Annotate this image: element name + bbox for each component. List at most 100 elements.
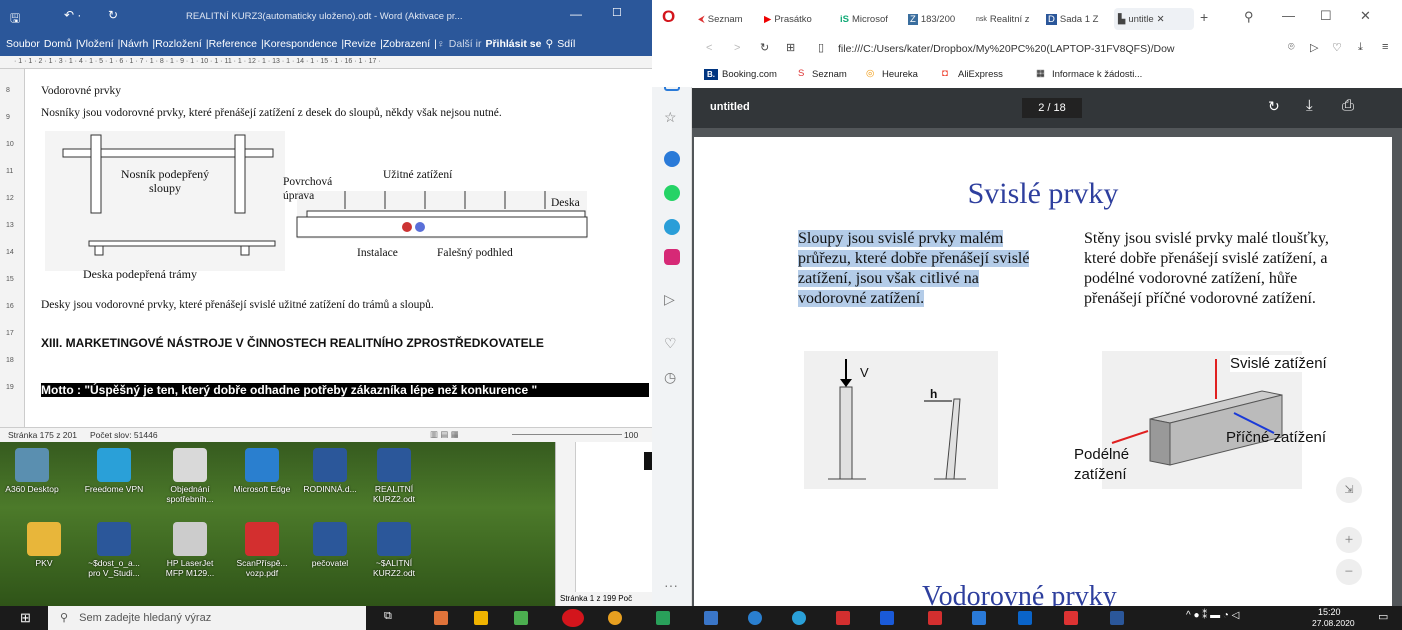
print-icon[interactable]: ⎙ — [1342, 97, 1354, 114]
menu-icon[interactable]: ≡ — [1382, 41, 1388, 53]
forward-icon[interactable]: > — [734, 42, 740, 54]
bookmark-seznam[interactable]: Seznam — [812, 69, 847, 80]
speed-dial-icon[interactable]: ⊞ — [786, 41, 795, 54]
undo-icon[interactable]: ↶ · — [64, 8, 81, 22]
opera-icon[interactable] — [562, 609, 584, 627]
instagram-icon[interactable] — [664, 249, 680, 265]
small-page-count[interactable]: Stránka 1 z 199 — [560, 594, 616, 603]
small-word-count[interactable]: Poč — [618, 594, 632, 603]
notifications-icon[interactable]: ▭ — [1378, 610, 1388, 623]
desktop-icon[interactable]: ~$dost_o_a... pro V_Studi... — [84, 522, 144, 578]
horizontal-ruler[interactable]: · 1 · 1 · 2 · 1 · 3 · 1 · 4 · 1 · 5 · 1 … — [0, 56, 652, 69]
heart-sidebar-icon[interactable]: ♡ — [664, 335, 680, 351]
close-icon[interactable]: ✕ — [1360, 8, 1371, 24]
store-icon[interactable] — [704, 611, 718, 625]
telegram-icon[interactable] — [664, 219, 680, 235]
search-tabs-icon[interactable]: ⚲ — [1244, 9, 1254, 25]
redo-icon[interactable]: ↻ — [108, 8, 118, 22]
save-icon[interactable]: 🖫 — [10, 9, 20, 30]
opera-logo-icon[interactable]: O — [662, 7, 675, 27]
tab-soubor[interactable]: Soubor — [6, 38, 40, 50]
o2-icon[interactable] — [880, 611, 894, 625]
tab-domu[interactable]: Domů — [44, 38, 72, 50]
share-icon[interactable]: ⚲ — [545, 38, 553, 50]
tab-navrh[interactable]: Návrh — [120, 38, 148, 50]
lightbulb-icon[interactable]: ♀ — [437, 38, 445, 50]
minimize-icon[interactable]: — — [570, 7, 582, 21]
history-icon[interactable]: ◷ — [664, 369, 680, 385]
firefox-icon[interactable] — [434, 611, 448, 625]
acrobat-icon[interactable] — [836, 611, 850, 625]
clock-time[interactable]: 15:20 — [1318, 607, 1341, 617]
messenger-icon[interactable] — [664, 151, 680, 167]
tab-zobrazeni[interactable]: Zobrazení — [383, 38, 430, 50]
bookmark-booking[interactable]: Booking.com — [722, 69, 777, 80]
mail-icon[interactable] — [1064, 611, 1078, 625]
tab-prasatko[interactable]: ▶ Prasátko — [764, 8, 834, 30]
tab-untitled[interactable]: ▙ untitle ✕ — [1114, 8, 1194, 30]
flow-icon[interactable]: ▷ — [664, 291, 680, 307]
tab-realitni[interactable]: nsk Realitní z — [976, 8, 1044, 30]
photos-icon[interactable] — [514, 611, 528, 625]
desktop-icon[interactable]: Microsoft Edge — [232, 448, 292, 494]
zoom-in-icon[interactable]: + — [1336, 527, 1362, 553]
pdf-reader-icon[interactable] — [928, 611, 942, 625]
taskbar-search[interactable]: ⚲ Sem zadejte hledaný výraz — [48, 606, 366, 630]
vpn-icon[interactable] — [792, 611, 806, 625]
page-number[interactable]: 2 / 18 — [1022, 98, 1082, 118]
tab-vlozeni[interactable]: Vložení — [79, 38, 114, 50]
edge-icon[interactable] — [748, 611, 762, 625]
desktop-icon[interactable]: HP LaserJet MFP M129... — [160, 522, 220, 578]
tab-korespondence[interactable]: Korespondence — [264, 38, 338, 50]
desktop-icon[interactable]: A360 Desktop — [2, 448, 62, 494]
camera-icon[interactable]: ⌾ — [1288, 41, 1295, 54]
bookmark-aliexpress[interactable]: AliExpress — [958, 69, 1003, 80]
tab-reference[interactable]: Reference — [209, 38, 257, 50]
word-count[interactable]: Počet slov: 51446 — [90, 430, 158, 440]
page-count[interactable]: Stránka 175 z 201 — [8, 430, 77, 440]
document-page[interactable]: Vodorovné prvky Nosníky jsou vodorovné p… — [25, 69, 652, 427]
bookmark-heureka[interactable]: Heureka — [882, 69, 918, 80]
minimize-icon[interactable]: — — [1282, 8, 1295, 23]
zoom-out-icon[interactable]: − — [1336, 559, 1362, 585]
rotate-icon[interactable]: ↻ — [1268, 98, 1280, 115]
tab-seznam[interactable]: ⮜ Seznam — [698, 8, 760, 30]
outlook-icon[interactable] — [1018, 611, 1032, 625]
desktop-icon[interactable]: PKV — [14, 522, 74, 568]
send-icon[interactable]: ▷ — [1310, 41, 1318, 54]
windows-start-icon[interactable]: ⊞ — [20, 610, 31, 626]
url-input[interactable]: file:///C:/Users/kater/Dropbox/My%20PC%2… — [838, 43, 1175, 55]
maximize-icon[interactable]: ☐ — [1320, 8, 1332, 24]
close-tab-icon[interactable]: ✕ — [1157, 14, 1165, 25]
desktop-icon[interactable]: RODINNÁ.d... — [300, 448, 360, 494]
desktop-icon[interactable]: Objednání spotřebníh... — [160, 448, 220, 504]
calendar-icon[interactable] — [972, 611, 986, 625]
tray-icons[interactable]: ^ ● ⁑ ▬ ◔ ◁ — [1186, 610, 1239, 621]
reload-icon[interactable]: ↻ — [760, 41, 769, 54]
second-word-window[interactable]: Stránka 1 z 199 Poč — [555, 442, 653, 606]
explorer-icon[interactable] — [474, 611, 488, 625]
tab-microsoft[interactable]: iS Microsof — [840, 8, 904, 30]
zoom-level[interactable]: 100 — [624, 430, 638, 440]
word-taskbar-icon[interactable] — [1110, 611, 1124, 625]
chrome-icon[interactable] — [608, 611, 622, 625]
tab-sada[interactable]: D Sada 1 Z — [1046, 8, 1110, 30]
clock-date[interactable]: 27.08.2020 — [1312, 618, 1355, 628]
new-tab-icon[interactable]: + — [1200, 9, 1208, 25]
desktop-icon[interactable]: ScanPříspě... vozp.pdf — [232, 522, 292, 578]
signin-link[interactable]: Přihlásit se — [485, 38, 541, 50]
libreoffice-icon[interactable] — [656, 611, 670, 625]
task-view-icon[interactable]: ⧉ — [384, 610, 392, 623]
tell-me-input[interactable]: Další ir — [449, 38, 482, 50]
download-icon[interactable]: ⤓ — [1358, 41, 1363, 54]
tab-revize[interactable]: Revize — [344, 38, 376, 50]
maximize-icon[interactable]: ☐ — [612, 6, 622, 19]
desktop-icon[interactable]: pečovatel — [300, 522, 360, 568]
fit-page-icon[interactable]: ⇲ — [1336, 477, 1362, 503]
tab-183[interactable]: Z 183/200 — [908, 8, 972, 30]
desktop-icon[interactable]: REALITNÍ KURZ2.odt — [364, 448, 424, 504]
zoom-slider[interactable] — [512, 434, 622, 435]
more-icon[interactable]: ··· — [664, 577, 680, 593]
share-button[interactable]: Sdíl — [557, 38, 575, 50]
tab-rozlozeni[interactable]: Rozložení — [155, 38, 202, 50]
